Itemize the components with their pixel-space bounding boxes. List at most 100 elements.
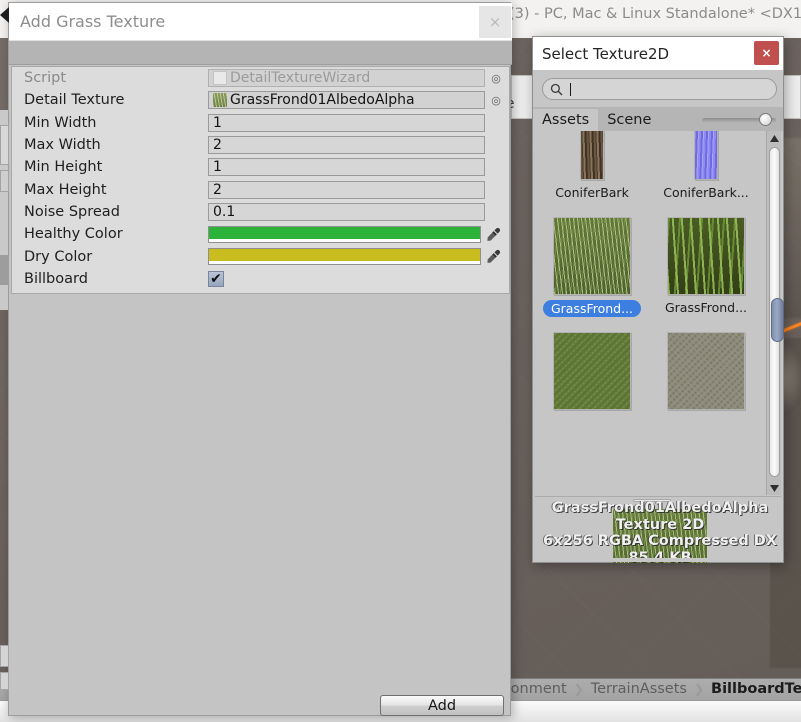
dry-color-eyedropper-icon[interactable] xyxy=(485,249,501,264)
asset-thumbnail xyxy=(667,217,745,295)
property-row-billboard: Billboard ✔ xyxy=(12,268,509,290)
property-row-noise-spread: Noise Spread 0.1 xyxy=(12,201,509,223)
property-row-dry-color: Dry Color xyxy=(12,245,509,267)
property-row-min-height: Min Height 1 xyxy=(12,156,509,178)
script-icon xyxy=(213,71,227,86)
select-texture2d-dialog: Select Texture2D × Assets Scene ConiferB… xyxy=(532,36,784,563)
property-label: Billboard xyxy=(24,270,88,287)
asset-item[interactable] xyxy=(649,328,763,443)
picker-tabs: Assets Scene xyxy=(533,107,783,131)
property-label: Min Width xyxy=(24,114,97,131)
asset-grid[interactable]: ConiferBark ConiferBark... GrassFrond...… xyxy=(535,131,781,495)
picker-titlebar: Select Texture2D × xyxy=(533,37,783,70)
wizard-close-button[interactable]: × xyxy=(479,6,511,38)
asset-label: ConiferBark... xyxy=(663,185,749,200)
property-label: Healthy Color xyxy=(24,226,123,243)
search-input[interactable] xyxy=(542,78,777,100)
asset-label: GrassFrond... xyxy=(664,300,748,315)
detail-texture-object-field[interactable]: GrassFrond01AlbedoAlpha xyxy=(208,91,485,110)
left-gutter-item-4[interactable] xyxy=(0,645,9,667)
wizard-toolbar xyxy=(9,41,512,65)
triangle-up-icon[interactable] xyxy=(767,131,782,145)
back-arrow-icon[interactable] xyxy=(0,7,9,23)
breadcrumb[interactable]: ronment ❯ TerrainAssets ❯ BillboardTe xyxy=(505,681,801,697)
asset-preview-pane: GrassFrond01AlbedoAlpha Texture 2D 6x256… xyxy=(535,496,781,563)
property-row-script: Script DetailTextureWizard ◎ xyxy=(12,67,509,89)
billboard-checkbox[interactable]: ✔ xyxy=(208,270,224,287)
add-grass-texture-window: Add Grass Texture × Script DetailTexture… xyxy=(8,2,512,716)
property-row-detail-texture: Detail Texture GrassFrond01AlbedoAlpha ◎ xyxy=(12,89,509,111)
unity-window-title: (3) - PC, Mac & Linux Standalone* <DX1 xyxy=(509,6,801,22)
min-width-input[interactable]: 1 xyxy=(208,113,485,132)
max-height-input[interactable]: 2 xyxy=(208,180,485,199)
preview-resize-grip[interactable] xyxy=(633,499,671,502)
asset-item[interactable]: GrassFrond... xyxy=(649,213,763,328)
scrollbar-track[interactable] xyxy=(769,147,784,477)
wizard-titlebar: Add Grass Texture × xyxy=(9,3,512,41)
slider-knob[interactable] xyxy=(758,113,772,126)
breadcrumb-item-1[interactable]: TerrainAssets xyxy=(591,681,687,697)
script-picker-button[interactable]: ◎ xyxy=(489,72,503,85)
asset-grid-scrollbar[interactable] xyxy=(766,131,784,495)
asset-label: GrassFrond... xyxy=(542,300,642,317)
thumbnail-size-slider[interactable] xyxy=(702,113,776,126)
asset-thumbnail xyxy=(553,217,631,295)
healthy-color-swatch[interactable] xyxy=(208,225,481,243)
noise-spread-input[interactable]: 0.1 xyxy=(208,202,485,221)
picker-footer xyxy=(533,558,783,562)
property-row-healthy-color: Healthy Color xyxy=(12,223,509,245)
asset-label: ConiferBark xyxy=(555,185,629,200)
tab-scene[interactable]: Scene xyxy=(598,109,660,131)
picker-title: Select Texture2D xyxy=(542,45,670,63)
texture-icon xyxy=(213,93,227,108)
detail-texture-picker-button[interactable]: ◎ xyxy=(489,94,503,107)
script-object-value: DetailTextureWizard xyxy=(230,70,371,87)
script-object-field[interactable]: DetailTextureWizard xyxy=(208,69,485,88)
property-label: Detail Texture xyxy=(24,92,125,109)
left-gutter-item-5[interactable] xyxy=(0,672,9,690)
left-gutter-item-3[interactable] xyxy=(0,255,9,285)
asset-item[interactable]: ConiferBark... xyxy=(649,131,763,213)
asset-item[interactable]: ConiferBark xyxy=(535,131,649,213)
asset-item[interactable] xyxy=(535,328,649,443)
property-label: Noise Spread xyxy=(24,203,120,220)
healthy-color-alpha-bar xyxy=(209,238,480,242)
breadcrumb-item-2[interactable]: BillboardTe xyxy=(711,681,801,697)
property-label: Dry Color xyxy=(24,248,93,265)
healthy-color-fill xyxy=(209,226,480,239)
wizard-empty-area xyxy=(11,295,510,715)
healthy-color-eyedropper-icon[interactable] xyxy=(485,227,501,242)
dry-color-alpha-bar xyxy=(209,261,480,265)
asset-thumbnail xyxy=(667,332,745,410)
wizard-title: Add Grass Texture xyxy=(20,12,166,31)
property-label: Script xyxy=(24,70,67,87)
property-row-max-width: Max Width 2 xyxy=(12,134,509,156)
chevron-right-icon: ❯ xyxy=(573,682,584,696)
detail-texture-value: GrassFrond01AlbedoAlpha xyxy=(230,92,415,109)
dry-color-fill xyxy=(209,249,480,262)
property-label: Min Height xyxy=(24,159,103,176)
scrollbar-thumb[interactable] xyxy=(771,298,784,342)
triangle-down-icon[interactable] xyxy=(767,481,782,495)
property-row-max-height: Max Height 2 xyxy=(12,178,509,200)
tab-assets[interactable]: Assets xyxy=(533,109,599,131)
asset-thumbnail xyxy=(580,131,604,180)
asset-thumbnail xyxy=(694,131,718,180)
picker-close-button[interactable]: × xyxy=(754,41,779,65)
search-icon xyxy=(550,83,563,95)
max-width-input[interactable]: 2 xyxy=(208,136,485,155)
property-label: Max Width xyxy=(24,137,101,154)
left-gutter-item-2[interactable] xyxy=(0,170,9,192)
asset-item-selected[interactable]: GrassFrond... xyxy=(535,213,649,328)
preview-thumbnail xyxy=(613,509,707,563)
breadcrumb-item-0[interactable]: ronment xyxy=(505,681,567,697)
min-height-input[interactable]: 1 xyxy=(208,158,485,177)
search-text-caret xyxy=(570,82,571,96)
asset-thumbnail xyxy=(553,332,631,410)
screen-root: (3) - PC, Mac & Linux Standalone* <DX1 n… xyxy=(0,0,801,722)
left-gutter-item-1[interactable] xyxy=(0,125,9,165)
dry-color-swatch[interactable] xyxy=(208,248,481,266)
property-label: Max Height xyxy=(24,181,107,198)
property-row-min-width: Min Width 1 xyxy=(12,112,509,134)
add-button[interactable]: Add xyxy=(380,695,504,716)
